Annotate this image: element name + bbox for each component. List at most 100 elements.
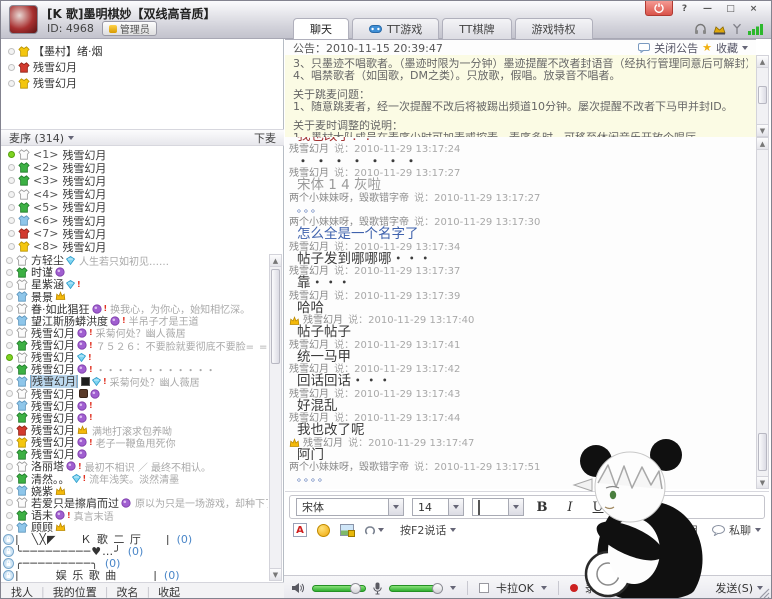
top-member-row[interactable]: 残雪幻月 [5,59,281,75]
mic-queue-row[interactable]: <3>残雪幻月 [5,174,281,187]
scroll-up-icon[interactable]: ▲ [757,138,768,150]
member-row[interactable]: 眷·如此猖狂!换我心，为你心，始知相忆深。 [3,303,268,315]
screenshot-icon[interactable] [340,524,354,536]
left-tab-find-user[interactable]: 找人 [11,584,33,599]
top-member-row[interactable]: 【墨村】绪·烟 [5,43,281,59]
mic-queue-row[interactable]: <6>残雪幻月 [5,214,281,227]
chevron-down-icon[interactable] [541,586,547,590]
tab-tt-chess[interactable]: TT棋牌 [442,18,511,39]
member-row[interactable]: 残雪幻月! [3,351,268,363]
announcement-scrollbar[interactable]: ▲ ▼ [756,55,769,137]
speaker-volume-slider[interactable] [312,585,366,592]
mic-queue-row[interactable]: <8>残雪幻月 [5,240,281,253]
mic-queue-row[interactable]: <2>残雪幻月 [5,161,281,174]
member-row[interactable]: 残雪幻月 [3,448,268,460]
scroll-thumb[interactable] [758,433,767,471]
channel-avatar[interactable] [9,5,38,34]
private-chat-button[interactable]: 私聊 [712,522,761,538]
left-tab-rename[interactable]: 改名 [116,584,138,599]
top-member-row[interactable]: 残雪幻月 [5,75,281,91]
member-row[interactable]: 景景 [3,290,268,302]
tab-game-privilege[interactable]: 游戏特权 [515,18,593,39]
italic-button[interactable]: I [560,500,580,515]
maximize-button[interactable]: □ [719,1,742,16]
message-input[interactable] [285,541,769,573]
member-row[interactable]: 方轻尘人生若只如初见…… [3,254,268,266]
left-tab-collapse[interactable]: 收起 [158,584,180,599]
power-button[interactable] [645,1,673,16]
send-button[interactable]: 发送(S) [715,580,763,596]
member-row[interactable]: 残雪幻月!老子一鞭鱼甩死你 [3,436,268,448]
member-row[interactable]: 残雪幻月! [3,412,268,424]
insert-toolbar: A 按F2说话 应用 私聊 [285,519,769,541]
font-family-select[interactable]: 宋体 [296,498,404,516]
member-row[interactable]: 若爱只是擦肩而过原以为只是一场游戏，却种下了意，在漫漫 [3,497,268,509]
font-style-icon[interactable]: A [293,523,307,537]
member-row[interactable]: 残雪幻月 [3,388,268,400]
resize-grip[interactable] [759,588,770,599]
scroll-down-icon[interactable]: ▼ [757,476,768,488]
font-size-select[interactable]: 14 [412,498,464,516]
push-to-talk-button[interactable]: 按F2说话 [400,522,456,538]
scroll-thumb[interactable] [758,86,767,104]
member-row[interactable]: 时谨 [3,266,268,278]
chevron-down-icon[interactable] [742,46,748,50]
member-row[interactable]: 残雪幻月!采菊何处？幽人薇居 [3,327,268,339]
record-button[interactable]: 录音 [585,580,607,596]
close-button[interactable]: × [742,1,765,16]
scroll-down-icon[interactable]: ▼ [757,124,768,136]
scroll-up-icon[interactable]: ▲ [270,255,281,267]
speaker-icon[interactable] [292,582,305,594]
font-color-select[interactable] [472,498,524,516]
subchannel-row[interactable]: ╰─────────♥…╯(0) [3,545,268,557]
member-row[interactable]: 娆紫 [3,485,268,497]
member-row[interactable]: 残雪幻月! [3,400,268,412]
admin-badge[interactable]: 管理员 [102,21,157,36]
member-row[interactable]: 残雪幻月!・・・・・・・・・・・・ [3,363,268,375]
chat-scrollbar[interactable]: ▲ ▼ [756,137,769,489]
scroll-thumb[interactable] [271,269,280,364]
tab-tt-game[interactable]: TT游戏 [352,18,439,39]
mic-volume-slider[interactable] [389,585,443,592]
leave-mic-button[interactable]: 下麦 [254,130,276,146]
member-row[interactable]: 望江斯肠蟒洪度!半吊子才是王道 [3,315,268,327]
member-row[interactable]: 星紫涵! [3,278,268,290]
mic-queue-header[interactable]: 麦序 (314) 下麦 [1,129,284,146]
mic-queue-row[interactable]: <1>残雪幻月 [5,148,281,161]
member-row[interactable]: 残雪幻月!采菊何处？幽人薇居 [3,375,268,387]
close-announcement-button[interactable]: 关闭公告 [654,40,698,56]
voice-dot-icon [8,217,15,224]
member-row[interactable]: 语未!真言末语 [3,509,268,521]
subchannel-row[interactable]: ╭─────────╮(0) [3,557,268,569]
mic-icon[interactable] [373,582,382,595]
karaoke-checkbox[interactable] [479,583,489,593]
purple-badge-icon [110,316,120,326]
headset-icon[interactable] [694,23,707,35]
mic-queue-row[interactable]: <4>残雪幻月 [5,188,281,201]
slider-thumb[interactable] [432,583,443,594]
tab-chat[interactable]: 聊天 [293,18,349,39]
mic-queue-row[interactable]: <5>残雪幻月 [5,201,281,214]
chevron-down-icon[interactable] [450,586,456,590]
member-row[interactable]: 残雪幻月满地打滚求包养呦 [3,424,268,436]
emoticon-icon[interactable] [317,524,330,537]
favorite-button[interactable]: 收藏 [716,40,738,56]
member-row[interactable]: 顾顾 [3,521,268,533]
help-button[interactable]: ? [673,1,696,16]
left-tab-my-position[interactable]: 我的位置 [53,584,97,599]
slider-thumb[interactable] [350,583,361,594]
scroll-up-icon[interactable]: ▲ [757,56,768,68]
capture-tool-button[interactable] [364,524,384,536]
underline-button[interactable]: U [588,500,608,515]
subchannel-row[interactable]: | ╲╳◤ Ｋ 歌 二 厅 |(0) [3,533,268,545]
mic-queue-row[interactable]: <7>残雪幻月 [5,227,281,240]
scroll-down-icon[interactable]: ▼ [270,568,281,580]
bold-button[interactable]: B [532,500,552,515]
member-row[interactable]: 残雪幻月!７５２６：不要脸就要彻底不要脸=_=☆ [3,339,268,351]
member-row[interactable]: 洛丽塔!最初不相识 ／ 最终不相认。 [3,460,268,472]
member-row[interactable]: 清然。。!流年浅笑。淡然清墨 [3,473,268,485]
minimize-button[interactable]: — [696,1,719,16]
apps-button[interactable]: 应用 [660,522,698,538]
member-scrollbar[interactable]: ▲ ▼ [269,254,282,581]
subchannel-row[interactable]: | 娱 乐 歌 曲 |(0) [3,569,268,581]
